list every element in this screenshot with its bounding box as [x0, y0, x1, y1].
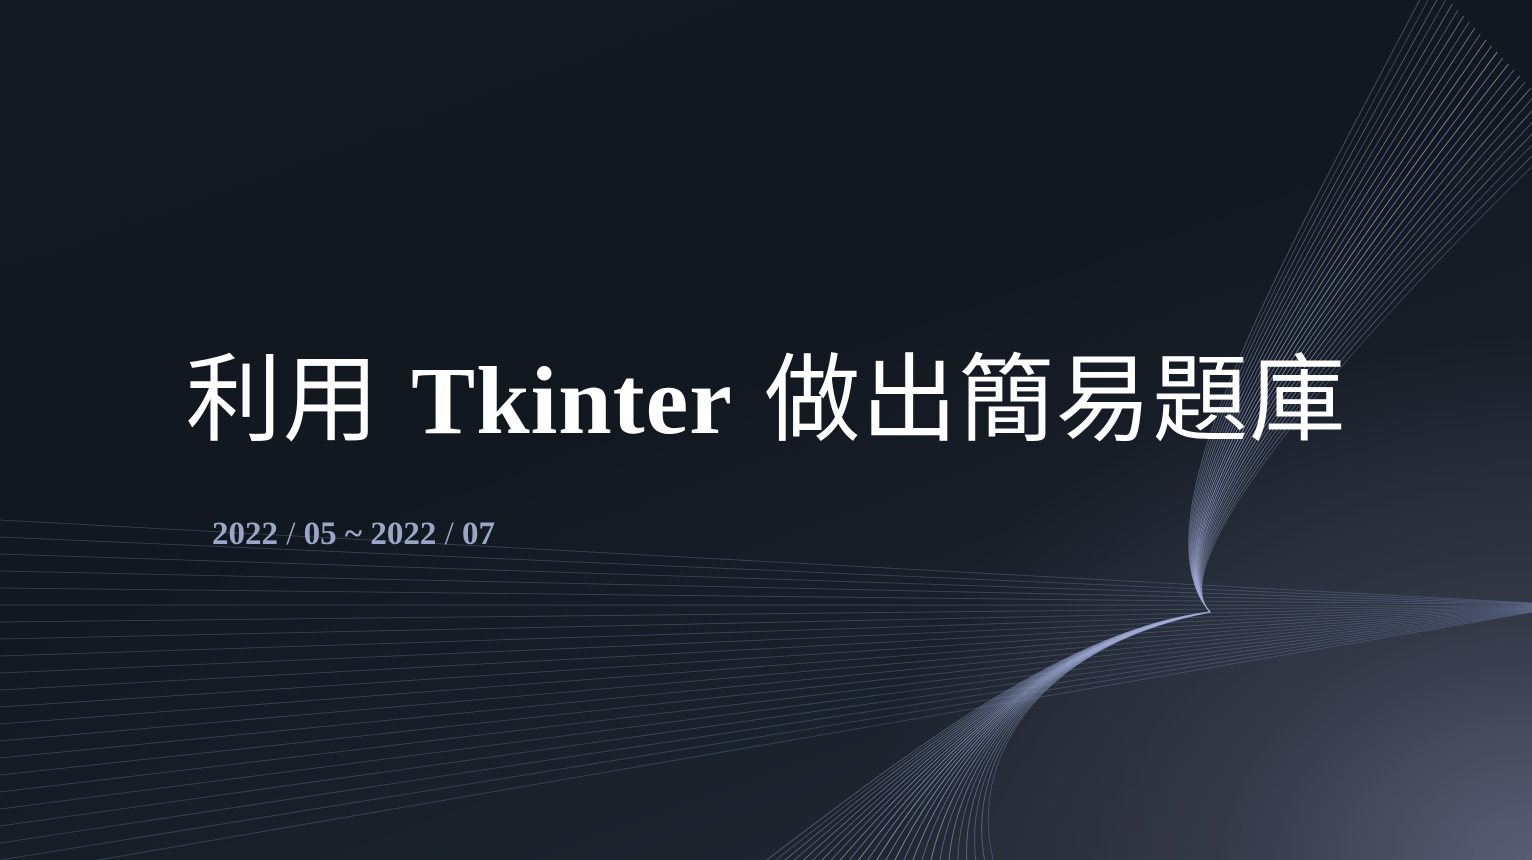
date-end-year: 2022: [370, 516, 437, 552]
date-slash: /: [286, 516, 296, 552]
wave-curve: [894, 63, 1509, 860]
title-slide: 利用 Tkinter 做出簡易題庫 2022 / 05 ~ 2022 / 07: [0, 0, 1532, 860]
wave-curve: [957, 121, 1532, 860]
wave-curve: [981, 155, 1532, 860]
date-start-year: 2022: [212, 516, 278, 552]
ray-line: [0, 609, 1532, 793]
ray-line-group: [0, 519, 1532, 860]
ray-line: [0, 607, 1532, 725]
title-tkinter: Tkinter: [411, 347, 733, 454]
date-range: 2022 / 05 ~ 2022 / 07: [212, 512, 495, 556]
ray-line: [0, 610, 1532, 827]
wave-curve: [948, 110, 1532, 860]
date-end-month: 07: [462, 516, 496, 552]
title-suffix: 做出簡易題庫: [764, 344, 1347, 456]
slide-title: 利用 Tkinter 做出簡易題庫: [0, 340, 1532, 461]
wave-curve: [974, 144, 1532, 860]
ray-line: [0, 570, 1532, 605]
wave-curve: [966, 133, 1532, 860]
title-prefix: 利用: [185, 344, 380, 456]
date-tilde: ~: [344, 516, 363, 552]
ray-line: [0, 608, 1532, 742]
date-slash: /: [444, 516, 454, 552]
ray-line: [0, 610, 1532, 844]
date-start-month: 05: [303, 516, 337, 552]
